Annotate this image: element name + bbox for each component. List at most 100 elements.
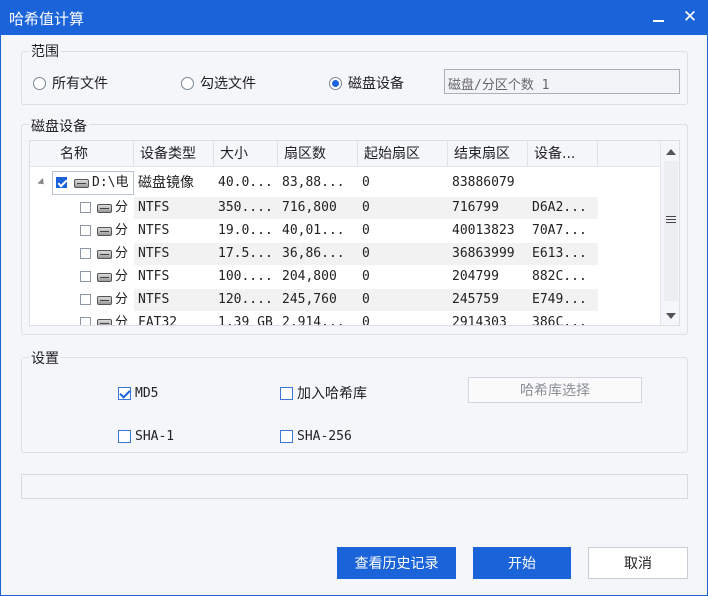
cell-start-sector: 0 xyxy=(358,243,448,265)
cell-size: 100.... xyxy=(218,269,273,284)
cell-name: 分 xyxy=(115,200,129,215)
cell-device: D6A2... xyxy=(528,197,598,219)
cell-sectors: 716,800 xyxy=(278,197,358,219)
radio-indicator xyxy=(33,76,46,90)
sha1-checkbox[interactable]: SHA-1 xyxy=(118,429,174,444)
cell-name: 分 xyxy=(115,315,129,326)
sha256-checkbox[interactable]: SHA-256 xyxy=(280,429,352,444)
table-header: 名称 设备类型 大小 扇区数 起始扇区 结束扇区 设备... xyxy=(30,141,660,167)
cell-name: 分 xyxy=(115,269,129,284)
cell-type: NTFS xyxy=(138,223,170,238)
radio-label: 勾选文件 xyxy=(200,76,256,92)
cancel-button[interactable]: 取消 xyxy=(588,547,688,579)
cell-sectors: 245,760 xyxy=(278,289,358,311)
cell-name: 分 xyxy=(115,292,129,307)
scope-legend: 范围 xyxy=(29,41,61,61)
scroll-up-icon[interactable] xyxy=(666,149,676,155)
radio-disk-device[interactable]: 磁盘设备 xyxy=(329,73,404,93)
vertical-scrollbar[interactable] xyxy=(660,141,679,325)
partition-icon xyxy=(97,273,112,282)
scroll-down-icon[interactable] xyxy=(666,313,676,319)
table-row[interactable]: 分 NTFS 350.... 716,800 0 716799 D6A2... xyxy=(30,197,660,219)
cell-name: D:\电 xyxy=(92,175,129,190)
cell-end-sector: 83886079 xyxy=(452,175,515,190)
cell-device: E749... xyxy=(528,289,598,311)
checkbox-label: SHA-256 xyxy=(297,429,352,444)
table-row[interactable]: 分 NTFS 17.5... 36,86... 0 36863999 E613.… xyxy=(30,243,660,265)
column-header-start-sector[interactable]: 起始扇区 xyxy=(358,141,448,167)
table-row[interactable]: 分 NTFS 19.0... 40,01... 0 40013823 70A7.… xyxy=(30,220,660,242)
column-header-size[interactable]: 大小 xyxy=(214,141,278,167)
radio-all-files[interactable]: 所有文件 xyxy=(33,73,108,93)
checkbox-label: 加入哈希库 xyxy=(297,386,367,402)
column-header-device[interactable]: 设备... xyxy=(528,141,598,167)
cell-sectors: 204,800 xyxy=(282,269,337,284)
disk-count-field: 磁盘/分区个数 1 xyxy=(444,69,680,94)
cell-size: 19.0... xyxy=(218,223,273,238)
partition-icon xyxy=(97,319,112,325)
row-checkbox[interactable] xyxy=(80,202,91,213)
row-checkbox[interactable] xyxy=(80,317,91,325)
cell-type: FAT32 xyxy=(138,315,178,326)
table-row[interactable]: 分 FAT32 1.39 GB 2,914... 0 2914303 386C.… xyxy=(30,312,660,326)
row-checkbox[interactable] xyxy=(80,225,91,236)
cell-end-sector: 2914303 xyxy=(452,315,507,326)
tree-expand-icon[interactable] xyxy=(37,177,47,188)
cell-end-sector: 40013823 xyxy=(452,223,515,238)
hash-db-checkbox[interactable]: 加入哈希库 xyxy=(280,383,367,403)
hash-db-select-button[interactable]: 哈希库选择 xyxy=(468,377,642,403)
column-header-type[interactable]: 设备类型 xyxy=(134,141,214,167)
row-checkbox[interactable] xyxy=(80,294,91,305)
radio-label: 磁盘设备 xyxy=(348,76,404,92)
cell-type: 磁盘镜像 xyxy=(138,175,194,191)
cell-start-sector: 0 xyxy=(358,289,448,311)
title-bar: 哈希值计算 ✕ xyxy=(0,0,708,35)
minimize-icon xyxy=(653,20,664,22)
disk-legend: 磁盘设备 xyxy=(29,116,89,136)
row-checkbox[interactable] xyxy=(80,248,91,259)
grip-line xyxy=(666,222,676,223)
cell-start-sector: 0 xyxy=(358,197,448,219)
column-header-sectors[interactable]: 扇区数 xyxy=(278,141,358,167)
cell-start-sector: 0 xyxy=(362,315,370,326)
start-button[interactable]: 开始 xyxy=(473,547,571,579)
radio-indicator-selected xyxy=(329,76,342,90)
table-row[interactable]: D:\电 磁盘镜像 40.0... 83,88... 0 83886079 xyxy=(30,171,660,195)
cell-sectors: 40,01... xyxy=(282,223,345,238)
close-button[interactable]: ✕ xyxy=(679,6,701,28)
window-title: 哈希值计算 xyxy=(9,10,85,28)
disk-table[interactable]: 名称 设备类型 大小 扇区数 起始扇区 结束扇区 设备... D:\电 磁盘镜像… xyxy=(29,140,680,326)
cell-size: 40.0... xyxy=(218,175,273,190)
grip-line xyxy=(666,216,676,217)
radio-checked-files[interactable]: 勾选文件 xyxy=(181,73,256,93)
scroll-thumb[interactable] xyxy=(664,161,678,301)
minimize-button[interactable] xyxy=(648,6,670,28)
progress-bar xyxy=(21,474,688,499)
checkbox-indicator xyxy=(118,387,131,400)
cell-type: NTFS xyxy=(134,197,214,219)
cell-size: 350.... xyxy=(214,197,278,219)
cell-end-sector: 204799 xyxy=(452,269,499,284)
cell-device: 882C... xyxy=(532,269,587,284)
partition-icon xyxy=(97,227,112,236)
row-checkbox[interactable] xyxy=(56,177,67,188)
column-header-name[interactable]: 名称 xyxy=(30,141,134,167)
cell-type: NTFS xyxy=(134,243,214,265)
cell-end-sector: 245759 xyxy=(448,289,528,311)
row-checkbox[interactable] xyxy=(80,271,91,282)
table-row[interactable]: 分 NTFS 120.... 245,760 0 245759 E749... xyxy=(30,289,660,311)
column-header-end-sector[interactable]: 结束扇区 xyxy=(448,141,528,167)
cell-device: E613... xyxy=(528,243,598,265)
table-row[interactable]: 分 NTFS 100.... 204,800 0 204799 882C... xyxy=(30,266,660,288)
cell-start-sector: 0 xyxy=(362,223,370,238)
cell-device xyxy=(528,171,598,195)
md5-checkbox[interactable]: MD5 xyxy=(118,386,158,401)
view-history-button[interactable]: 查看历史记录 xyxy=(337,547,456,579)
cell-size: 1.39 GB xyxy=(218,315,273,326)
cell-end-sector: 716799 xyxy=(448,197,528,219)
checkbox-label: MD5 xyxy=(135,386,159,401)
checkbox-indicator xyxy=(280,430,293,443)
checkbox-indicator xyxy=(118,430,131,443)
cell-name: 分 xyxy=(115,223,129,238)
radio-indicator xyxy=(181,76,194,90)
